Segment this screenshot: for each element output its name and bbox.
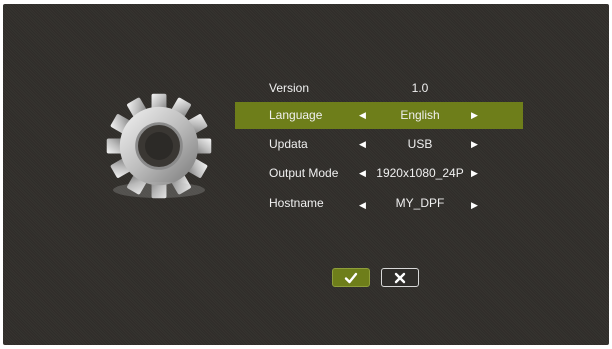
row-label: Output Mode xyxy=(269,166,339,180)
right-arrow-icon[interactable]: ▶ xyxy=(471,131,478,158)
row-value: MY_DPF xyxy=(395,196,445,210)
row-label: Updata xyxy=(269,137,308,151)
gear-reflection xyxy=(113,182,205,198)
settings-row-language[interactable]: Language ◀ English ▶ xyxy=(235,102,523,129)
row-value: English xyxy=(400,108,440,122)
row-value: 1920x1080_24P xyxy=(376,166,464,180)
close-icon xyxy=(394,272,406,283)
left-arrow-icon[interactable]: ◀ xyxy=(359,102,366,129)
left-arrow-icon[interactable]: ◀ xyxy=(359,192,366,219)
settings-row-version[interactable]: Version 1.0 xyxy=(235,75,523,102)
settings-row-updata[interactable]: Updata ◀ USB ▶ xyxy=(235,131,523,158)
row-value: 1.0 xyxy=(411,81,429,95)
row-label: Version xyxy=(269,81,310,95)
settings-row-output-mode[interactable]: Output Mode ◀ 1920x1080_24P ▶ xyxy=(235,160,523,187)
settings-screen: Version 1.0 Language ◀ English ▶ Updata … xyxy=(3,4,609,345)
left-arrow-icon[interactable]: ◀ xyxy=(359,160,366,187)
left-arrow-icon[interactable]: ◀ xyxy=(359,131,366,158)
check-icon xyxy=(344,272,358,283)
right-arrow-icon[interactable]: ▶ xyxy=(471,192,478,219)
row-value: USB xyxy=(407,137,433,151)
row-label: Hostname xyxy=(269,196,324,210)
settings-row-hostname[interactable]: Hostname ◀ MY_DPF ▶ xyxy=(235,190,523,217)
cancel-button[interactable] xyxy=(381,268,419,287)
confirm-button[interactable] xyxy=(332,268,370,287)
right-arrow-icon[interactable]: ▶ xyxy=(471,160,478,187)
right-arrow-icon[interactable]: ▶ xyxy=(471,102,478,129)
row-label: Language xyxy=(269,108,323,122)
